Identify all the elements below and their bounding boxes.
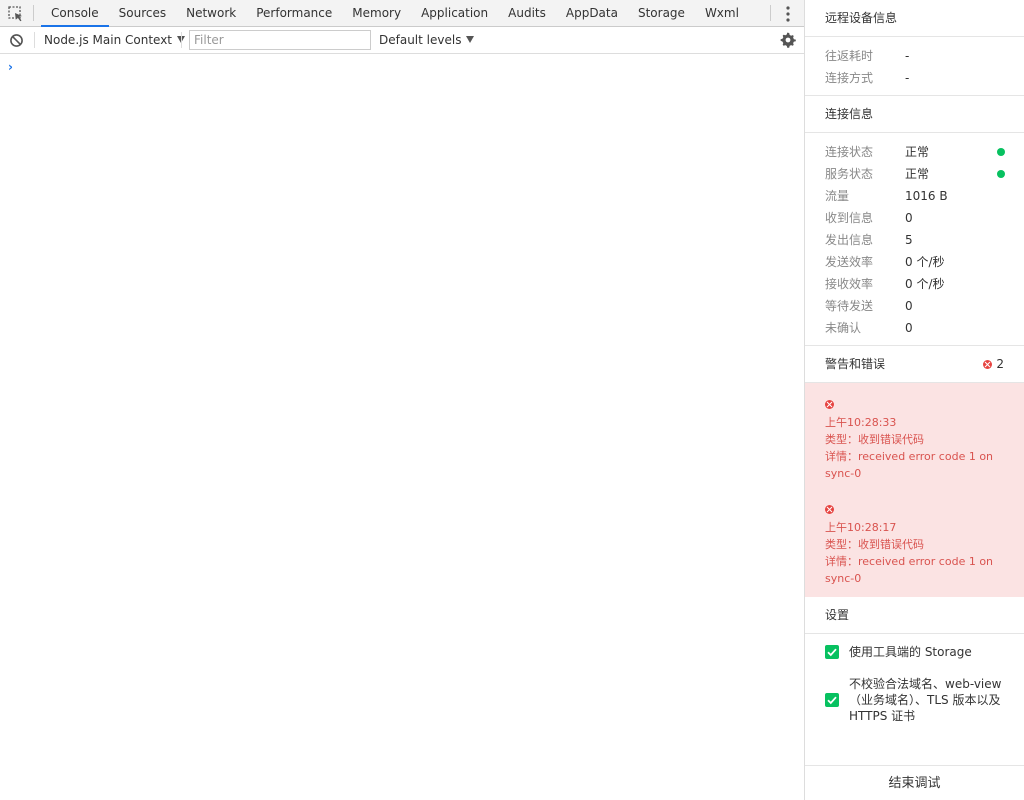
- divider: [770, 5, 771, 21]
- setting-item[interactable]: 使用工具端的 Storage: [805, 644, 1024, 660]
- info-value: -: [905, 49, 910, 63]
- setting-label: 不校验合法域名、web-view（业务域名）、TLS 版本以及 HTTPS 证书: [849, 677, 1002, 723]
- info-row: 未确认 0: [805, 317, 1024, 339]
- info-label: 收到信息: [825, 211, 874, 225]
- info-value: 5: [905, 233, 913, 247]
- tab-audits[interactable]: Audits: [498, 0, 556, 27]
- log-levels-selector[interactable]: Default levels: [379, 33, 475, 47]
- info-label: 连接方式: [825, 71, 874, 85]
- console-toolbar: Node.js Main Context Default levels: [0, 27, 804, 54]
- info-value: 0 个/秒: [905, 255, 945, 269]
- section-title-connection: 连接信息: [805, 96, 1024, 133]
- checkbox-checked-icon[interactable]: [825, 693, 839, 707]
- info-value: 0: [905, 299, 913, 313]
- info-label: 服务状态: [825, 167, 874, 181]
- error-icon: [825, 400, 834, 409]
- checkbox-checked-icon[interactable]: [825, 645, 839, 659]
- section-title-settings: 设置: [805, 597, 1024, 634]
- context-label: Node.js Main Context: [44, 33, 173, 47]
- info-label: 接收效率: [825, 277, 874, 291]
- info-label: 往返耗时: [825, 49, 874, 63]
- settings-list: 使用工具端的 Storage 不校验合法域名、web-view（业务域名）、TLS…: [805, 634, 1024, 724]
- context-selector[interactable]: Node.js Main Context: [44, 33, 186, 47]
- tab-memory[interactable]: Memory: [342, 0, 411, 27]
- tab-application[interactable]: Application: [411, 0, 498, 27]
- error-detail: 详情：received error code 1 on sync-0: [825, 555, 994, 585]
- error-time: 上午10:28:33: [825, 416, 897, 429]
- info-label: 流量: [825, 189, 850, 203]
- tab-console[interactable]: Console: [41, 0, 109, 27]
- info-value: 1016 B: [905, 189, 948, 203]
- tab-wxml[interactable]: Wxml: [695, 0, 749, 27]
- info-row: 等待发送 0: [805, 295, 1024, 317]
- error-count-badge: 2: [983, 346, 1004, 383]
- error-entry: 上午10:28:33 类型：收到错误代码详情：received error cod…: [825, 397, 1004, 482]
- setting-label: 使用工具端的 Storage: [849, 645, 972, 659]
- status-ok-icon: [997, 170, 1005, 178]
- info-label: 等待发送: [825, 299, 874, 313]
- tab-appdata[interactable]: AppData: [556, 0, 628, 27]
- devtools-tabs: Console Sources Network Performance Memory Ap…: [41, 0, 749, 27]
- info-row: 发出信息 5: [805, 229, 1024, 251]
- info-row: 往返耗时 -: [805, 45, 1024, 67]
- info-value: -: [905, 71, 910, 85]
- section-title-warnings: 警告和错误 2: [805, 346, 1024, 383]
- gear-icon[interactable]: [780, 32, 796, 48]
- tab-network[interactable]: Network: [176, 0, 246, 27]
- setting-item[interactable]: 不校验合法域名、web-view（业务域名）、TLS 版本以及 HTTPS 证书: [805, 676, 1024, 724]
- error-icon: [983, 360, 993, 369]
- info-label: 发出信息: [825, 233, 874, 247]
- remote-debug-panel: 远程设备信息 往返耗时 - 连接方式 - 连接信息 连接状态 正常 服务状态 正常 流量 101…: [804, 0, 1024, 800]
- error-time: 上午10:28:17: [825, 521, 897, 534]
- info-row: 发送效率 0 个/秒: [805, 251, 1024, 273]
- tab-sources[interactable]: Sources: [109, 0, 176, 27]
- divider: [181, 32, 182, 48]
- devtools-tabbar: Console Sources Network Performance Memory Ap…: [0, 0, 804, 27]
- info-row: 服务状态 正常: [805, 163, 1024, 185]
- error-type: 类型：收到错误代码: [825, 433, 924, 446]
- error-list: 上午10:28:33 类型：收到错误代码 详情：received error cod…: [805, 383, 1024, 597]
- filter-input[interactable]: [189, 30, 371, 50]
- info-row: 接收效率 0 个/秒: [805, 273, 1024, 295]
- clear-console-icon[interactable]: [9, 33, 24, 48]
- error-count: 2: [996, 357, 1004, 371]
- divider: [34, 32, 35, 48]
- info-row: 连接状态 正常: [805, 141, 1024, 163]
- divider: [33, 5, 34, 21]
- more-vertical-icon[interactable]: [780, 4, 796, 24]
- info-value: 正常: [905, 145, 930, 159]
- warnings-label: 警告和错误: [825, 357, 886, 371]
- console-output[interactable]: ›: [0, 54, 804, 800]
- info-row: 连接方式 -: [805, 67, 1024, 89]
- status-ok-icon: [997, 148, 1005, 156]
- info-value: 0 个/秒: [905, 277, 945, 291]
- inspect-element-icon[interactable]: [7, 5, 25, 23]
- levels-label: Default levels: [379, 33, 462, 47]
- info-value: 0: [905, 321, 913, 335]
- info-label: 发送效率: [825, 255, 874, 269]
- info-label: 未确认: [825, 321, 862, 335]
- info-row: 流量 1016 B: [805, 185, 1024, 207]
- info-value: 0: [905, 211, 913, 225]
- info-row: 收到信息 0: [805, 207, 1024, 229]
- info-value: 正常: [905, 167, 930, 181]
- error-type: 类型：收到错误代码: [825, 538, 924, 551]
- error-icon: [825, 505, 834, 514]
- dropdown-arrow-icon: [466, 36, 475, 43]
- section-title-remote: 远程设备信息: [805, 0, 1024, 37]
- end-debug-button[interactable]: 结束调试: [805, 765, 1024, 800]
- remote-device-info: 往返耗时 - 连接方式 -: [805, 37, 1024, 96]
- tab-performance[interactable]: Performance: [246, 0, 342, 27]
- connection-info: 连接状态 正常 服务状态 正常 流量 1016 B 收到信息 0 发出信息 5 发送效率 0 个/秒接…: [805, 133, 1024, 346]
- error-detail: 详情：received error code 1 on sync-0: [825, 450, 994, 480]
- info-label: 连接状态: [825, 145, 874, 159]
- tab-storage[interactable]: Storage: [628, 0, 695, 27]
- console-prompt[interactable]: ›: [8, 60, 13, 74]
- error-entry: 上午10:28:17 类型：收到错误代码详情：received error cod…: [825, 502, 1004, 587]
- devtools-pane: Console Sources Network Performance Memory Ap…: [0, 0, 804, 800]
